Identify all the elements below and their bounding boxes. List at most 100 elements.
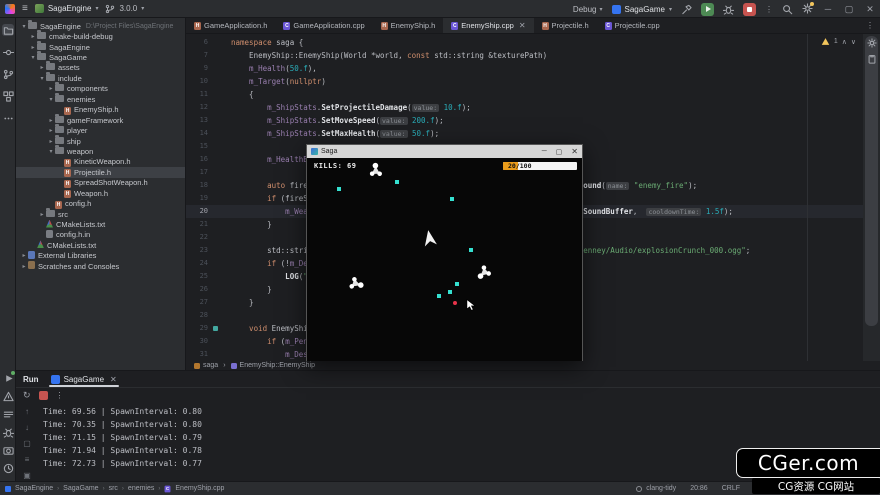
debug-bug-icon[interactable]	[723, 4, 734, 15]
tree-item-src[interactable]: ▸src	[16, 209, 185, 219]
console-action-icon[interactable]: ▢	[23, 439, 31, 448]
tree-item-ship[interactable]: ▸ship	[16, 136, 185, 146]
tree-item-weapon-h[interactable]: HWeapon.h	[16, 188, 185, 198]
stripe-history-icon[interactable]	[2, 462, 14, 474]
tree-item-sagaengine[interactable]: ▾SagaEngineD:\Project Files\SagaEngine	[16, 21, 185, 31]
tree-chevron-icon[interactable]: ▸	[47, 127, 55, 134]
run-console-output[interactable]: Time: 69.56 | SpawnInterval: 0.80Time: 7…	[43, 405, 202, 470]
main-menu-icon[interactable]: ≡	[22, 4, 28, 14]
tree-item-sagagame[interactable]: ▾SagaGame	[16, 52, 185, 62]
game-close-button[interactable]: ✕	[571, 147, 578, 156]
tree-item-spreadshotweapon-h[interactable]: HSpreadShotWeapon.h	[16, 178, 185, 188]
line-ending[interactable]: CRLF	[722, 485, 740, 492]
vcs-branch-selector[interactable]: 3.0.0 ▾	[105, 4, 144, 14]
game-window-title-bar[interactable]: Saga ─ ▢ ✕	[307, 145, 582, 158]
tree-item-config-h[interactable]: Hconfig.h	[16, 198, 185, 208]
game-minimize-button[interactable]: ─	[542, 148, 547, 155]
run-config-selector[interactable]: SagaGame ▾	[612, 5, 672, 14]
tab-enemyship-cpp[interactable]: CEnemyShip.cpp✕	[443, 18, 533, 33]
tree-item-enemyship-h[interactable]: HEnemyShip.h	[16, 105, 185, 115]
close-button[interactable]: ✕	[864, 4, 876, 15]
code-line-12[interactable]: 12 m_ShipStats.SetProjectileDamage(value…	[186, 101, 880, 114]
tree-item-include[interactable]: ▾include	[16, 73, 185, 83]
breadcrumb-item[interactable]: EnemyShip::EnemyShip	[231, 362, 315, 369]
run-button[interactable]	[701, 3, 714, 16]
tree-item-assets[interactable]: ▸assets	[16, 63, 185, 73]
tree-chevron-icon[interactable]: ▾	[47, 96, 55, 103]
code-line-11[interactable]: 11 {	[186, 88, 880, 101]
project-selector[interactable]: SagaEngine ▾	[35, 4, 99, 13]
tree-item-weapon[interactable]: ▾weapon	[16, 146, 185, 156]
stripe-commit-icon[interactable]	[2, 46, 14, 58]
stripe-more-icon[interactable]	[2, 112, 14, 124]
search-icon[interactable]	[782, 4, 793, 15]
caret-position[interactable]: 20:86	[690, 485, 708, 492]
settings-gear-icon[interactable]	[802, 3, 813, 16]
tree-chevron-icon[interactable]: ▸	[29, 33, 37, 40]
minimize-button[interactable]: ─	[822, 4, 834, 14]
tree-item-external-libraries[interactable]: ▸External Libraries	[16, 251, 185, 261]
inspection-widget[interactable]: 1 ∧ ∨	[821, 37, 856, 46]
sticky-lines-icon[interactable]	[867, 54, 877, 64]
stripe-project-icon[interactable]	[2, 24, 14, 36]
breadcrumb-item[interactable]: saga	[194, 362, 218, 369]
prev-issue-icon[interactable]: ∧	[842, 38, 847, 46]
tree-chevron-icon[interactable]: ▸	[20, 252, 28, 259]
tree-item-cmakelists-txt[interactable]: CMakeLists.txt	[16, 240, 185, 250]
tree-chevron-icon[interactable]: ▸	[38, 64, 46, 71]
tree-chevron-icon[interactable]: ▸	[47, 85, 55, 92]
tree-item-kineticweapon-h[interactable]: HKineticWeapon.h	[16, 157, 185, 167]
tree-chevron-icon[interactable]: ▸	[20, 263, 28, 270]
tree-chevron-icon[interactable]: ▾	[20, 23, 28, 30]
run-tab-sagagame[interactable]: SagaGame ✕	[49, 371, 119, 387]
tree-chevron-icon[interactable]: ▾	[38, 75, 46, 82]
tab-options-icon[interactable]: ⋮	[866, 21, 874, 30]
tree-item-enemies[interactable]: ▾enemies	[16, 94, 185, 104]
console-action-icon[interactable]: ▣	[23, 471, 31, 480]
stripe-debug-icon[interactable]	[2, 426, 14, 438]
stop-icon[interactable]	[39, 391, 48, 400]
more-options-icon[interactable]: ⋮	[56, 391, 64, 400]
code-line-10[interactable]: 10 m_Target(nullptr)	[186, 75, 880, 88]
stripe-problems-icon[interactable]	[2, 390, 14, 402]
game-window[interactable]: Saga ─ ▢ ✕ KILLS: 69 20/100	[306, 144, 583, 361]
stripe-pull-requests-icon[interactable]	[2, 68, 14, 80]
close-icon[interactable]: ✕	[519, 21, 526, 30]
tree-chevron-icon[interactable]: ▸	[38, 211, 46, 218]
tab-projectile-h[interactable]: HProjectile.h	[534, 18, 597, 33]
tree-item-cmakelists-txt[interactable]: CMakeLists.txt	[16, 219, 185, 229]
tree-item-player[interactable]: ▸player	[16, 125, 185, 135]
tree-item-gameframework[interactable]: ▸gameFramework	[16, 115, 185, 125]
scrollbar-thumb[interactable]	[865, 36, 878, 326]
tree-item-components[interactable]: ▸components	[16, 84, 185, 94]
console-action-icon[interactable]: ↑	[25, 407, 29, 416]
rerun-icon[interactable]: ↻	[23, 390, 31, 401]
close-icon[interactable]: ✕	[110, 375, 117, 384]
stripe-profiler-icon[interactable]	[2, 444, 14, 456]
tree-chevron-icon[interactable]: ▸	[47, 138, 55, 145]
tree-chevron-icon[interactable]: ▸	[47, 117, 55, 124]
tab-gameapplication-h[interactable]: HGameApplication.h	[186, 18, 275, 33]
tab-gameapplication-cpp[interactable]: CGameApplication.cpp	[275, 18, 372, 33]
code-line-9[interactable]: 9 m_Health(50.f),	[186, 62, 880, 75]
stop-button[interactable]	[743, 3, 756, 16]
next-issue-icon[interactable]: ∨	[851, 38, 856, 46]
tab-projectile-cpp[interactable]: CProjectile.cpp	[597, 18, 668, 33]
editor-scrollbar[interactable]	[863, 34, 880, 361]
tab-enemyship-h[interactable]: HEnemyShip.h	[373, 18, 444, 33]
code-line-6[interactable]: 6namespace saga {	[186, 36, 880, 49]
game-canvas[interactable]: KILLS: 69 20/100	[307, 158, 582, 361]
stripe-structure-icon[interactable]	[2, 90, 14, 102]
linter-widget[interactable]: clang-tidy	[636, 485, 676, 492]
tree-chevron-icon[interactable]: ▸	[29, 44, 37, 51]
code-line-13[interactable]: 13 m_ShipStats.SetMoveSpeed(value: 200.f…	[186, 114, 880, 127]
tree-item-projectile-h[interactable]: HProjectile.h	[16, 167, 185, 177]
tree-item-sagaengine[interactable]: ▸SagaEngine	[16, 42, 185, 52]
game-maximize-button[interactable]: ▢	[556, 148, 563, 156]
build-type-selector[interactable]: Debug ▾	[573, 5, 603, 14]
code-line-7[interactable]: 7 EnemyShip::EnemyShip(World *world, con…	[186, 49, 880, 62]
tree-item-config-h-in[interactable]: config.h.in	[16, 230, 185, 240]
stripe-run-icon[interactable]	[2, 372, 14, 384]
build-hammer-icon[interactable]	[681, 4, 692, 15]
tree-chevron-icon[interactable]: ▾	[29, 54, 37, 61]
